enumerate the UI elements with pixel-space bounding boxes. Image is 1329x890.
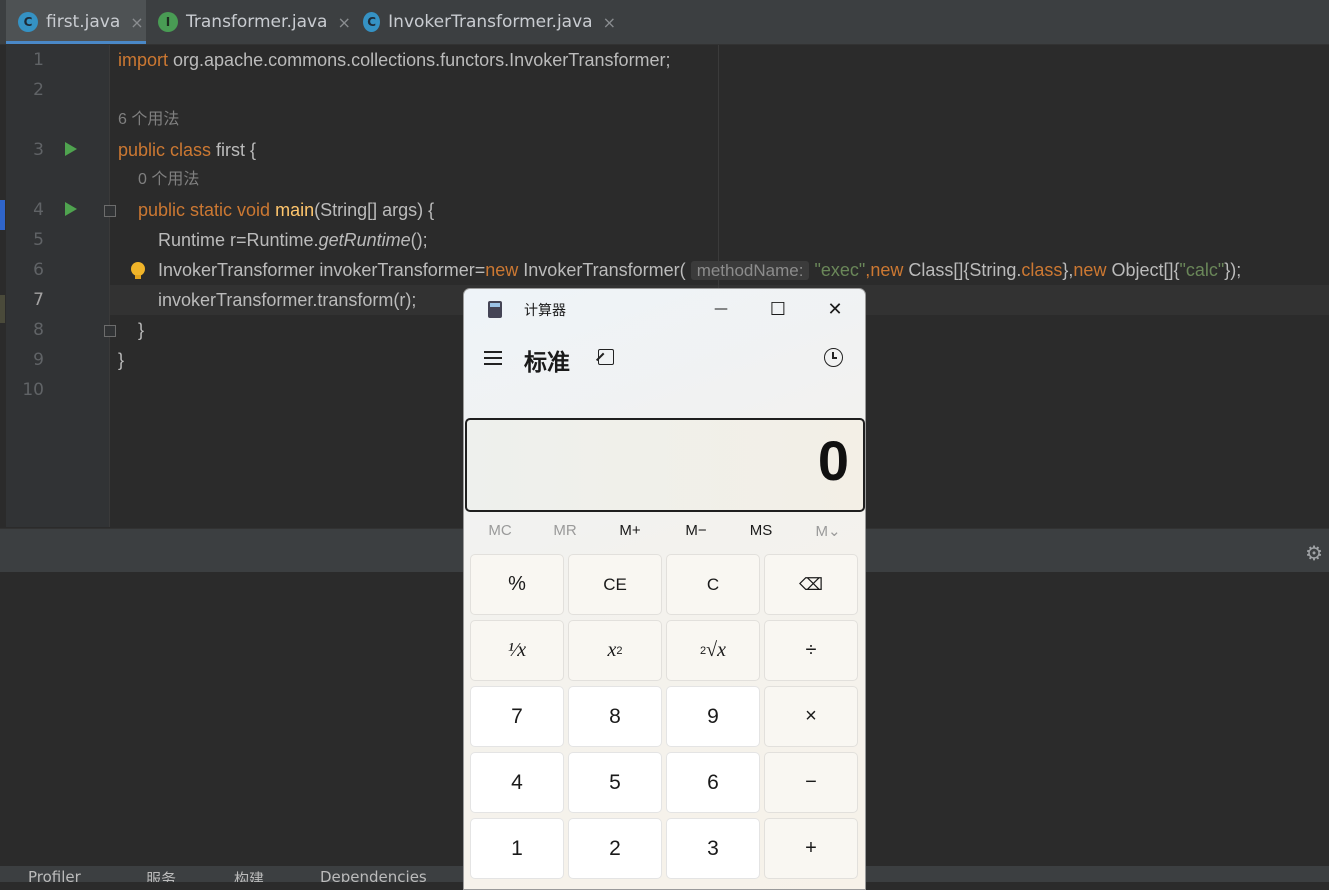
digit-3-button[interactable]: 3	[666, 818, 760, 879]
dependencies-tool[interactable]: Dependencies	[320, 868, 427, 882]
code-line-5: Runtime r=Runtime.getRuntime();	[158, 230, 428, 250]
digit-6-button[interactable]: 6	[666, 752, 760, 813]
build-tool[interactable]: 构建	[234, 868, 264, 882]
memory-store-button[interactable]: MS	[731, 522, 791, 539]
digit-2-button[interactable]: 2	[568, 818, 662, 879]
display-value: 0	[817, 429, 849, 492]
line-number: 6	[33, 260, 44, 280]
digit-9-button[interactable]: 9	[666, 686, 760, 747]
square-button[interactable]: x2	[568, 620, 662, 681]
left-tool-strip	[0, 200, 5, 230]
line-number: 5	[33, 230, 44, 250]
code-line-8: }	[138, 320, 145, 340]
java-interface-icon: I	[158, 12, 178, 32]
code-line-6: InvokerTransformer invokerTransformer=ne…	[158, 260, 1242, 280]
close-icon[interactable]: ×	[337, 13, 350, 32]
close-icon[interactable]: ×	[130, 13, 143, 32]
memory-clear-button[interactable]: MC	[470, 522, 530, 539]
line-number: 4	[33, 200, 44, 220]
run-main-icon[interactable]	[65, 202, 77, 216]
code-line-3: public class first {	[118, 140, 257, 160]
digit-8-button[interactable]: 8	[568, 686, 662, 747]
usages-hint[interactable]: 0 个用法	[138, 165, 199, 195]
java-class-icon: C	[18, 12, 38, 32]
close-icon[interactable]: ×	[603, 13, 616, 32]
line-number: 3	[33, 140, 44, 160]
reciprocal-button[interactable]: ¹⁄x	[470, 620, 564, 681]
line-number: 2	[33, 80, 44, 100]
percent-button[interactable]: %	[470, 554, 564, 615]
services-tool[interactable]: 服务	[146, 868, 176, 882]
digit-1-button[interactable]: 1	[470, 818, 564, 879]
tab-label: Transformer.java	[186, 12, 328, 32]
history-icon[interactable]	[824, 348, 843, 367]
code-line-1: import org.apache.commons.collections.fu…	[118, 50, 671, 70]
profiler-tool[interactable]: Profiler	[28, 868, 81, 882]
calculator-app-icon	[488, 301, 502, 318]
line-number-current: 7	[33, 290, 44, 310]
tab-invokertransformer-java[interactable]: C InvokerTransformer.java ×	[358, 0, 616, 44]
maximize-button[interactable]: ☐	[755, 295, 801, 323]
tab-transformer-java[interactable]: I Transformer.java ×	[152, 0, 352, 44]
line-number: 1	[33, 50, 44, 70]
digit-4-button[interactable]: 4	[470, 752, 564, 813]
calculator-display: 0	[465, 418, 865, 512]
calculator-mode-title: 标准	[524, 350, 570, 376]
calculator-window[interactable]: 计算器 — ☐ ✕ 标准 0 MC MR M+ M− MS M⌄ % CE C …	[463, 288, 866, 890]
line-number: 9	[33, 350, 44, 370]
editor-tab-bar: C first.java × I Transformer.java × C In…	[0, 0, 1329, 45]
tab-first-java[interactable]: C first.java ×	[6, 0, 146, 44]
code-line-9: }	[118, 350, 125, 370]
clear-entry-button[interactable]: CE	[568, 554, 662, 615]
memory-list-button[interactable]: M⌄	[798, 522, 858, 540]
calculator-title: 计算器	[524, 303, 566, 319]
tab-label: InvokerTransformer.java	[388, 12, 593, 32]
digit-5-button[interactable]: 5	[568, 752, 662, 813]
memory-subtract-button[interactable]: M−	[666, 522, 726, 539]
keep-on-top-icon[interactable]	[598, 349, 614, 365]
plus-button[interactable]: +	[764, 818, 858, 879]
square-root-button[interactable]: 2 √x	[666, 620, 760, 681]
code-line-4: public static void main(String[] args) {	[138, 200, 435, 220]
hamburger-menu-icon[interactable]	[484, 351, 502, 369]
parameter-hint: methodName:	[690, 261, 810, 280]
run-class-icon[interactable]	[65, 142, 77, 156]
java-class-icon: C	[363, 12, 381, 32]
code-line-7: invokerTransformer.transform(r);	[158, 290, 417, 310]
tab-label: first.java	[46, 12, 121, 32]
left-tool-strip-marker	[0, 295, 5, 323]
minimize-button[interactable]: —	[698, 295, 744, 323]
minus-button[interactable]: −	[764, 752, 858, 813]
digit-7-button[interactable]: 7	[470, 686, 564, 747]
clear-button[interactable]: C	[666, 554, 760, 615]
lightbulb-icon[interactable]	[129, 261, 147, 281]
divide-button[interactable]: ÷	[764, 620, 858, 681]
memory-add-button[interactable]: M+	[600, 522, 660, 539]
backspace-button[interactable]: ⌫	[764, 554, 858, 615]
fold-icon[interactable]	[104, 325, 116, 337]
multiply-button[interactable]: ×	[764, 686, 858, 747]
usages-hint[interactable]: 6 个用法	[118, 105, 179, 135]
fold-icon[interactable]	[104, 205, 116, 217]
memory-recall-button[interactable]: MR	[535, 522, 595, 539]
line-number: 8	[33, 320, 44, 340]
gear-icon[interactable]: ⚙	[1305, 541, 1323, 565]
close-button[interactable]: ✕	[812, 295, 858, 323]
line-gutter[interactable]: 1 2 3 4 5 6 7 8 9 10	[6, 45, 116, 527]
line-number: 10	[22, 380, 44, 400]
